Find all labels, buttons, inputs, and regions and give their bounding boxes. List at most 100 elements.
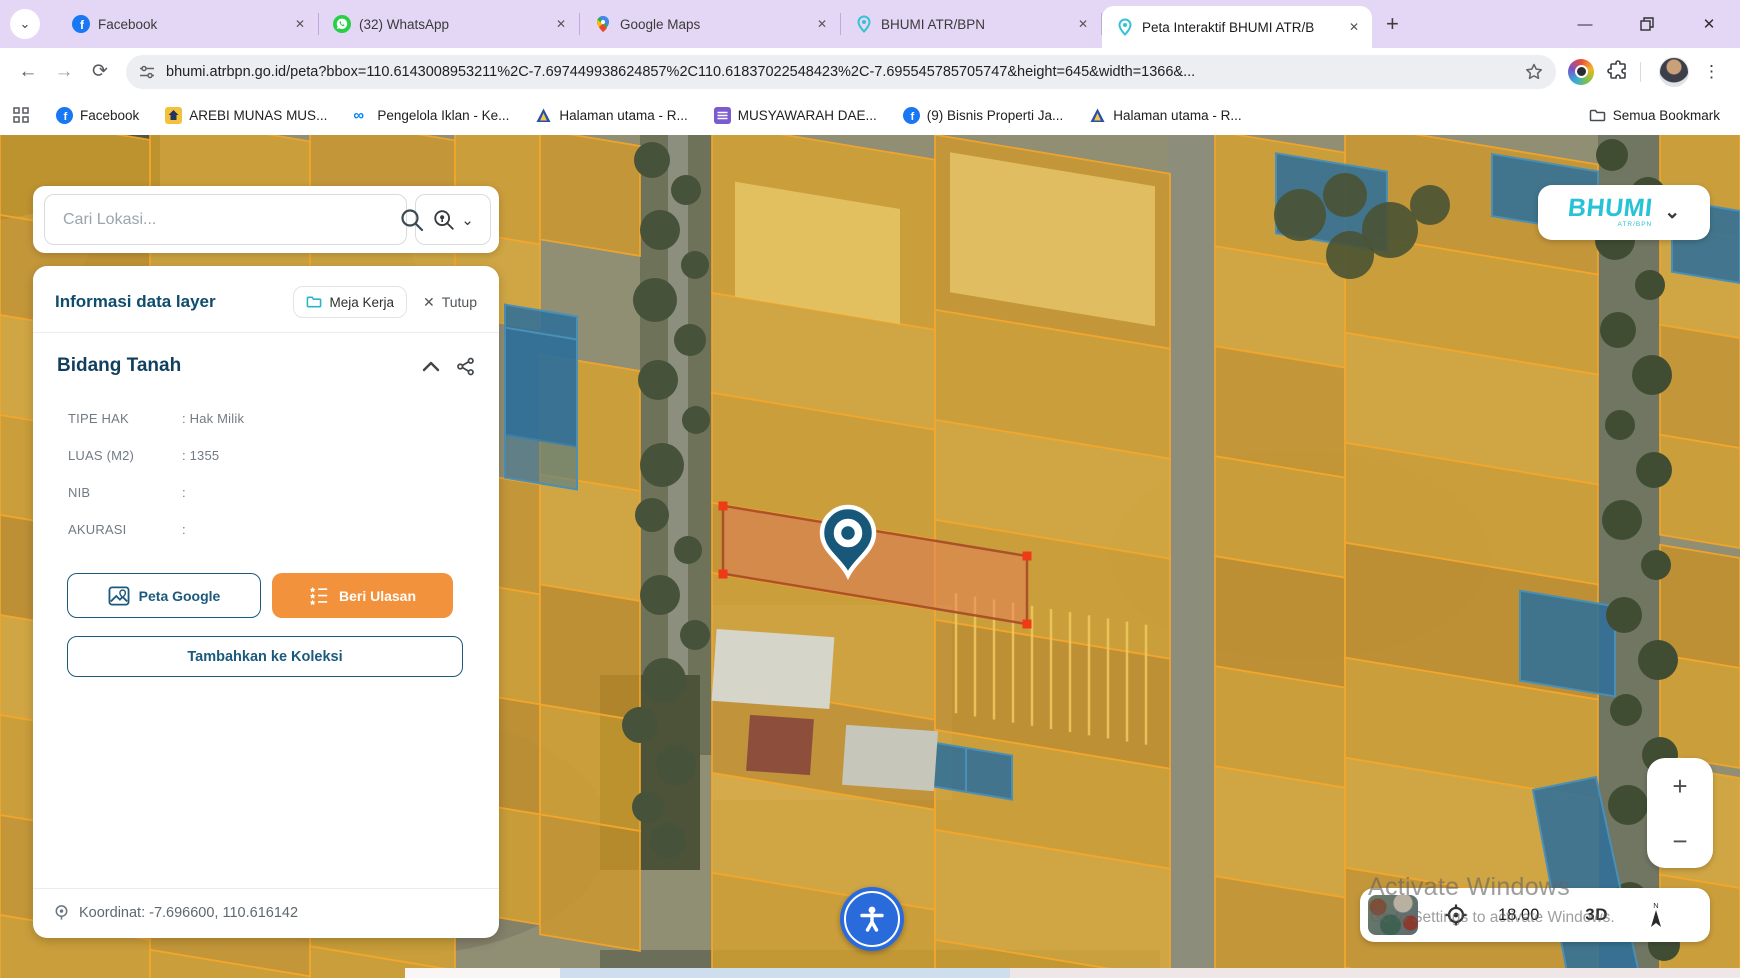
tab-title: BHUMI ATR/BPN: [881, 17, 1067, 32]
tab-bhumi[interactable]: BHUMI ATR/BPN ✕: [841, 0, 1101, 48]
tutup-button[interactable]: ✕ Tutup: [417, 288, 483, 317]
tab-whatsapp[interactable]: (32) WhatsApp ✕: [319, 0, 579, 48]
beri-ulasan-button[interactable]: Beri Ulasan: [272, 573, 453, 618]
url-text: bhumi.atrbpn.go.id/peta?bbox=110.6143008…: [166, 64, 1514, 80]
beri-ulasan-label: Beri Ulasan: [339, 588, 416, 604]
chevron-down-icon[interactable]: ⌄: [1664, 201, 1680, 224]
field-tipe-hak: TIPE HAK : Hak Milik: [68, 411, 499, 426]
google-maps-icon: [594, 15, 612, 33]
bookmark-bisnis-properti[interactable]: f (9) Bisnis Properti Ja...: [903, 107, 1064, 124]
profile-avatar[interactable]: [1659, 57, 1689, 87]
close-icon[interactable]: ✕: [1075, 17, 1091, 31]
share-icon[interactable]: [456, 357, 475, 376]
accessibility-button[interactable]: [840, 887, 904, 951]
facebook-icon: f: [72, 15, 90, 33]
tab-title: Peta Interaktif BHUMI ATR/B: [1142, 20, 1338, 35]
field-nib: NIB :: [68, 485, 499, 500]
accessibility-person-icon: [855, 902, 889, 936]
horizontal-scrollbar[interactable]: [405, 968, 1740, 978]
peta-google-button[interactable]: Peta Google: [67, 573, 261, 618]
search-input[interactable]: [44, 194, 407, 245]
field-label: AKURASI: [68, 522, 182, 537]
minimize-button[interactable]: —: [1554, 0, 1616, 48]
bookmark-musyawarah[interactable]: MUSYAWARAH DAE...: [714, 107, 877, 124]
bookmark-pengelola-iklan[interactable]: ∞ Pengelola Iklan - Ke...: [353, 107, 509, 124]
collapse-chevron-icon[interactable]: [422, 360, 440, 372]
bookmark-label: Facebook: [80, 108, 139, 123]
close-icon[interactable]: ✕: [553, 17, 569, 31]
bookmark-arebi[interactable]: AREBI MUNAS MUS...: [165, 107, 327, 124]
window-controls: — ✕: [1554, 0, 1740, 48]
bookmark-star-icon[interactable]: [1524, 62, 1544, 82]
close-icon[interactable]: ✕: [1346, 20, 1362, 34]
bookmark-label: AREBI MUNAS MUS...: [189, 108, 327, 123]
close-icon[interactable]: ✕: [292, 17, 308, 31]
new-tab-button[interactable]: +: [1386, 11, 1399, 37]
search-icon[interactable]: [399, 207, 425, 233]
meja-kerja-label: Meja Kerja: [329, 295, 394, 310]
triangle-a-icon: [1089, 107, 1106, 124]
triangle-a-icon: [535, 107, 552, 124]
photo-map-icon: [108, 586, 130, 606]
folder-icon: [1589, 107, 1606, 124]
chevron-down-icon: ⌄: [461, 211, 474, 229]
tab-search-button[interactable]: ⌄: [10, 9, 40, 39]
meja-kerja-button[interactable]: Meja Kerja: [293, 286, 407, 318]
section-title: Bidang Tanah: [57, 355, 406, 377]
view-3d-button[interactable]: 3D: [1585, 905, 1608, 925]
field-value: :: [182, 522, 186, 537]
map-viewport: ⌄ Informasi data layer Meja Kerja ✕ Tutu…: [0, 135, 1740, 978]
coordinates-value: Koordinat: -7.696600, 110.616142: [79, 905, 298, 921]
table-icon: [714, 107, 731, 124]
restore-button[interactable]: [1616, 0, 1678, 48]
map-bottom-toolbar: 18.00 3D N: [1360, 888, 1710, 942]
tambahkan-label: Tambahkan ke Koleksi: [187, 649, 342, 665]
tutup-label: Tutup: [442, 294, 477, 310]
extensions-puzzle-icon[interactable]: [1606, 60, 1630, 84]
field-value: : 1355: [182, 448, 219, 463]
streetview-thumbnail[interactable]: [1368, 895, 1418, 935]
chrome-menu-button[interactable]: ⋮: [1697, 62, 1726, 82]
tambahkan-ke-koleksi-button[interactable]: Tambahkan ke Koleksi: [67, 636, 463, 677]
svg-text:f: f: [910, 111, 914, 123]
bookmark-halaman-utama-1[interactable]: Halaman utama - R...: [535, 107, 687, 124]
close-icon[interactable]: ✕: [814, 17, 830, 31]
browser-window: ⌄ f Facebook ✕ (32) WhatsApp ✕: [0, 0, 1740, 978]
parcel-fields: TIPE HAK : Hak Milik LUAS (M2) : 1355 NI…: [33, 385, 499, 537]
forward-button[interactable]: →: [46, 54, 82, 90]
extension-lens-icon[interactable]: [1568, 59, 1594, 85]
tab-bar: ⌄ f Facebook ✕ (32) WhatsApp ✕: [0, 0, 1740, 48]
tab-title: Facebook: [98, 17, 284, 32]
tab-facebook[interactable]: f Facebook ✕: [58, 0, 318, 48]
bookmark-label: (9) Bisnis Properti Ja...: [927, 108, 1064, 123]
bhumi-brand-card[interactable]: BHUMI ATR/BPN ⌄: [1538, 185, 1710, 240]
scrollbar-thumb[interactable]: [560, 968, 1010, 978]
site-settings-icon[interactable]: [138, 63, 156, 81]
bookmark-label: Halaman utama - R...: [1113, 108, 1241, 123]
bookmarks-bar: f Facebook AREBI MUNAS MUS... ∞ Pengelol…: [0, 95, 1740, 135]
reload-button[interactable]: ⟳: [82, 54, 118, 90]
all-bookmarks-button[interactable]: Semua Bookmark: [1589, 107, 1720, 124]
search-mode-dropdown[interactable]: ⌄: [415, 194, 491, 245]
field-value: : Hak Milik: [182, 411, 244, 426]
coordinates-row: Koordinat: -7.696600, 110.616142: [33, 889, 499, 938]
back-button[interactable]: ←: [10, 54, 46, 90]
bookmark-label: Halaman utama - R...: [559, 108, 687, 123]
restore-icon: [1640, 17, 1654, 31]
tab-peta-interaktif-active[interactable]: Peta Interaktif BHUMI ATR/B ✕: [1102, 6, 1372, 48]
zoom-in-button[interactable]: +: [1647, 773, 1713, 799]
close-window-button[interactable]: ✕: [1678, 0, 1740, 48]
field-value: :: [182, 485, 186, 500]
tab-google-maps[interactable]: Google Maps ✕: [580, 0, 840, 48]
my-location-button[interactable]: [1444, 903, 1468, 927]
tab-title: Google Maps: [620, 17, 806, 32]
compass-button[interactable]: N: [1646, 901, 1666, 929]
bookmark-halaman-utama-2[interactable]: Halaman utama - R...: [1089, 107, 1241, 124]
map-zoom-control: + −: [1647, 758, 1713, 868]
bookmark-facebook[interactable]: f Facebook: [56, 107, 139, 124]
address-bar[interactable]: bhumi.atrbpn.go.id/peta?bbox=110.6143008…: [126, 55, 1556, 89]
field-akurasi: AKURASI :: [68, 522, 499, 537]
apps-grid-icon[interactable]: [12, 106, 30, 124]
bhumi-logo: BHUMI ATR/BPN: [1568, 196, 1652, 229]
zoom-out-button[interactable]: −: [1647, 828, 1713, 854]
